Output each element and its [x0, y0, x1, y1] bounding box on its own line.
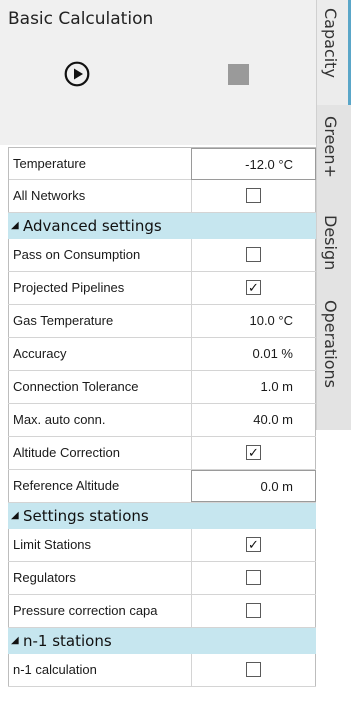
section-title: n-1 stations: [23, 632, 112, 650]
connection-tolerance-field[interactable]: 1.0 m: [191, 371, 316, 403]
label-all-networks: All Networks: [8, 180, 191, 212]
tab-capacity[interactable]: Capacity: [317, 0, 351, 105]
row-pressure-correction: Pressure correction capa: [8, 595, 316, 628]
section-title: Settings stations: [23, 507, 149, 525]
label-max-auto-conn: Max. auto conn.: [8, 404, 191, 436]
value-projected-pipelines: ✓: [191, 272, 316, 304]
row-gas-temperature: Gas Temperature 10.0 °C: [8, 305, 316, 338]
label-pressure-correction: Pressure correction capa: [8, 595, 191, 627]
tab-green-label: Green+: [321, 116, 340, 178]
label-temperature: Temperature: [8, 148, 191, 180]
label-reference-altitude: Reference Altitude: [8, 470, 191, 502]
label-n1-calculation: n-1 calculation: [8, 654, 191, 686]
collapse-triangle-icon[interactable]: ◢: [11, 635, 19, 647]
panel-title: Basic Calculation: [8, 9, 154, 29]
label-gas-temperature: Gas Temperature: [8, 305, 191, 337]
limit-stations-checkbox[interactable]: ✓: [246, 537, 261, 552]
gas-temperature-field[interactable]: 10.0 °C: [191, 305, 316, 337]
reference-altitude-field[interactable]: 0.0 m: [191, 470, 316, 502]
label-pass-on-consumption: Pass on Consumption: [8, 239, 191, 271]
label-connection-tolerance: Connection Tolerance: [8, 371, 191, 403]
altitude-correction-checkbox[interactable]: ✓: [246, 445, 261, 460]
value-pressure-correction: [191, 595, 316, 627]
calculation-panel: Basic Calculation: [0, 0, 316, 145]
n1-calculation-checkbox[interactable]: [246, 662, 261, 677]
section-advanced-settings[interactable]: ◢ Advanced settings: [8, 213, 316, 239]
row-pass-on-consumption: Pass on Consumption: [8, 239, 316, 272]
vertical-tab-bar: Capacity Green+ Design Operations: [316, 0, 351, 430]
tab-operations-label: Operations: [321, 300, 340, 388]
tab-design-label: Design: [321, 215, 340, 271]
row-altitude-correction: Altitude Correction ✓: [8, 437, 316, 470]
value-limit-stations: ✓: [191, 529, 316, 561]
tab-operations[interactable]: Operations: [317, 290, 351, 430]
tab-design[interactable]: Design: [317, 205, 351, 285]
temperature-field[interactable]: -12.0 °C: [191, 148, 316, 180]
tab-capacity-label: Capacity: [321, 8, 340, 78]
play-icon[interactable]: [64, 61, 90, 87]
label-altitude-correction: Altitude Correction: [8, 437, 191, 469]
row-projected-pipelines: Projected Pipelines ✓: [8, 272, 316, 305]
accuracy-field[interactable]: 0.01 %: [191, 338, 316, 370]
row-all-networks: All Networks: [8, 180, 316, 213]
property-grid: Temperature -12.0 °C All Networks ◢ Adva…: [8, 147, 316, 687]
projected-pipelines-checkbox[interactable]: ✓: [246, 280, 261, 295]
max-auto-conn-field[interactable]: 40.0 m: [191, 404, 316, 436]
label-projected-pipelines: Projected Pipelines: [8, 272, 191, 304]
tab-green[interactable]: Green+: [317, 107, 351, 205]
section-settings-stations[interactable]: ◢ Settings stations: [8, 503, 316, 529]
section-n1-stations[interactable]: ◢ n-1 stations: [8, 628, 316, 654]
value-n1-calculation: [191, 654, 316, 686]
collapse-triangle-icon[interactable]: ◢: [11, 220, 19, 232]
label-limit-stations: Limit Stations: [8, 529, 191, 561]
collapse-triangle-icon[interactable]: ◢: [11, 510, 19, 522]
row-temperature: Temperature -12.0 °C: [8, 147, 316, 180]
row-n1-calculation: n-1 calculation: [8, 654, 316, 687]
label-regulators: Regulators: [8, 562, 191, 594]
value-all-networks: [191, 180, 316, 212]
row-limit-stations: Limit Stations ✓: [8, 529, 316, 562]
row-max-auto-conn: Max. auto conn. 40.0 m: [8, 404, 316, 437]
row-reference-altitude: Reference Altitude 0.0 m: [8, 470, 316, 503]
value-pass-on-consumption: [191, 239, 316, 271]
section-title: Advanced settings: [23, 217, 162, 235]
value-altitude-correction: ✓: [191, 437, 316, 469]
stop-icon[interactable]: [228, 64, 249, 85]
all-networks-checkbox[interactable]: [246, 188, 261, 203]
row-accuracy: Accuracy 0.01 %: [8, 338, 316, 371]
row-regulators: Regulators: [8, 562, 316, 595]
value-regulators: [191, 562, 316, 594]
row-connection-tolerance: Connection Tolerance 1.0 m: [8, 371, 316, 404]
pass-on-consumption-checkbox[interactable]: [246, 247, 261, 262]
pressure-correction-checkbox[interactable]: [246, 603, 261, 618]
label-accuracy: Accuracy: [8, 338, 191, 370]
regulators-checkbox[interactable]: [246, 570, 261, 585]
